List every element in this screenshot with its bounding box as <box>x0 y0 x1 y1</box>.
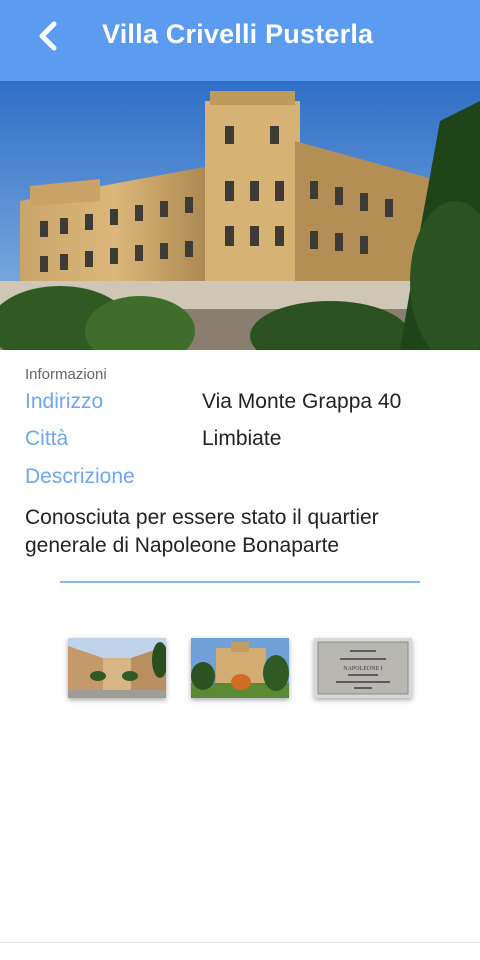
divider <box>60 581 420 583</box>
plaque-text: NAPOLEONE I <box>343 666 383 672</box>
page-title: Villa Crivelli Pusterla <box>102 19 374 49</box>
section-label: Informazioni <box>25 366 107 383</box>
back-button[interactable] <box>26 14 70 58</box>
chevron-left-icon <box>39 21 57 51</box>
villa-park-thumbnail[interactable] <box>191 638 289 698</box>
bottom-divider <box>0 942 480 943</box>
address-label: Indirizzo <box>25 390 104 413</box>
city-value: Limbiate <box>202 427 282 450</box>
address-value: Via Monte Grappa 40 <box>202 390 402 413</box>
courtyard-thumbnail[interactable] <box>68 638 166 698</box>
description-text: Conosciuta per essere stato il quartier … <box>25 506 379 557</box>
description-label: Descrizione <box>25 465 135 488</box>
villa-hero-image <box>0 81 480 350</box>
app-bar: Villa Crivelli Pusterla <box>0 0 480 81</box>
plaque-thumbnail[interactable]: NAPOLEONE I <box>314 638 412 698</box>
city-label: Città <box>25 427 69 450</box>
